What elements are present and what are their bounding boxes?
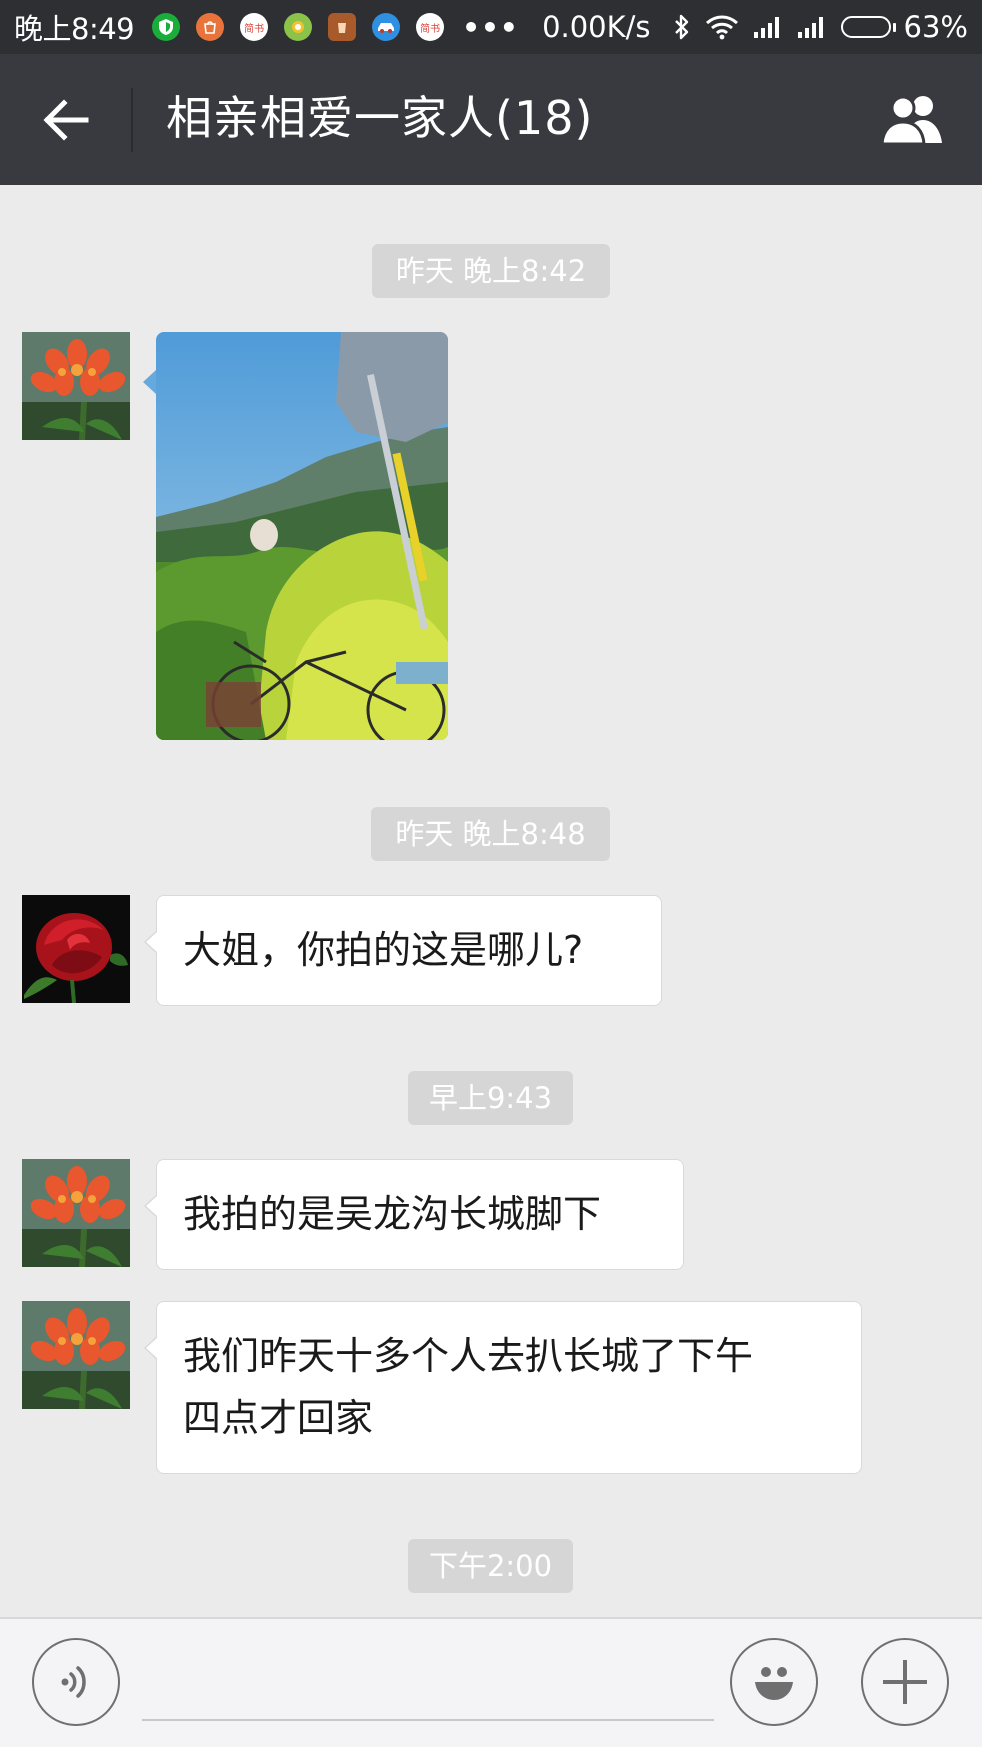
- message-bubble[interactable]: 我们昨天十多个人去扒长城了下午 四点才回家: [144, 1301, 862, 1474]
- sender-avatar[interactable]: [22, 895, 130, 1003]
- group-members-button[interactable]: [872, 84, 952, 154]
- timestamp: 下午2:00: [408, 1539, 573, 1593]
- sender-avatar[interactable]: [22, 1301, 130, 1409]
- car-app-icon: [372, 13, 401, 41]
- message-text: 大姐，你拍的这是哪儿?: [183, 928, 584, 972]
- shield-app-icon: [152, 13, 181, 41]
- timestamp: 昨天 晚上8:42: [372, 244, 610, 298]
- signal-icon: [797, 15, 827, 39]
- battery-icon: [840, 16, 896, 38]
- circle-app-icon: [284, 13, 313, 41]
- orange-flower-avatar: [22, 332, 130, 440]
- title-divider: [131, 88, 133, 152]
- message-text-line: 四点才回家: [183, 1396, 374, 1440]
- status-left: 晚上8:49 简书 简书 •••: [14, 6, 519, 48]
- orange-flower-avatar: [22, 1159, 130, 1267]
- voice-input-button[interactable]: [32, 1638, 120, 1726]
- timestamp: 昨天 晚上8:48: [371, 807, 610, 861]
- message-bubble[interactable]: 大姐，你拍的这是哪儿?: [144, 895, 662, 1006]
- signal-icon: [753, 15, 783, 39]
- input-bar: [0, 1617, 982, 1747]
- voice-input-icon: [61, 1666, 86, 1698]
- message-input[interactable]: [142, 1643, 714, 1721]
- back-button[interactable]: [30, 84, 102, 156]
- page-title: 相亲相爱一家人(18): [166, 91, 594, 145]
- message-text: 我拍的是吴龙沟长城脚下: [183, 1192, 602, 1236]
- image-bubble-tail: [143, 370, 156, 394]
- more-notifications-icon: •••: [462, 10, 519, 44]
- title-bar: 相亲相爱一家人(18): [0, 54, 982, 185]
- message-text-line: 我们昨天十多个人去扒长城了下午: [183, 1334, 754, 1378]
- emoji-button[interactable]: [730, 1638, 818, 1726]
- image-message[interactable]: [156, 332, 448, 740]
- status-right: 0.00K/s 63%: [542, 10, 968, 44]
- cup-app-icon: [328, 13, 357, 41]
- arrow-left-icon: [43, 99, 89, 141]
- network-speed: 0.00K/s: [542, 10, 651, 44]
- battery-percent: 63%: [903, 10, 968, 44]
- sender-avatar[interactable]: [22, 1159, 130, 1267]
- jianshu-icon-label: 简书: [244, 23, 265, 35]
- jianshu-icon-label: 简书: [420, 23, 441, 35]
- sender-avatar[interactable]: [22, 332, 130, 440]
- message-bubble[interactable]: 我拍的是吴龙沟长城脚下: [144, 1159, 684, 1270]
- jianshu-app-icon: 简书: [240, 13, 269, 41]
- orange-flower-avatar: [22, 1301, 130, 1409]
- group-members-icon: [880, 95, 942, 145]
- emoji-icon: [755, 1667, 793, 1700]
- status-bar: 晚上8:49 简书 简书 ••• 0.00K/s 63%: [0, 0, 982, 54]
- chat-area[interactable]: 昨天 晚上8:42 昨天 晚上8:48 大姐，你拍的这是哪儿? 早上9:43 我…: [0, 185, 982, 1617]
- status-time: 晚上8:49: [14, 12, 135, 46]
- wifi-icon: [705, 14, 739, 40]
- plus-icon: [883, 1660, 927, 1704]
- red-rose-avatar: [22, 895, 130, 1003]
- great-wall-foot-photo: [156, 332, 448, 740]
- jianshu-app-icon: 简书: [416, 13, 445, 41]
- timestamp: 早上9:43: [408, 1071, 573, 1125]
- bluetooth-icon: [673, 13, 691, 41]
- shopping-app-icon: [196, 13, 225, 41]
- more-functions-button[interactable]: [861, 1638, 949, 1726]
